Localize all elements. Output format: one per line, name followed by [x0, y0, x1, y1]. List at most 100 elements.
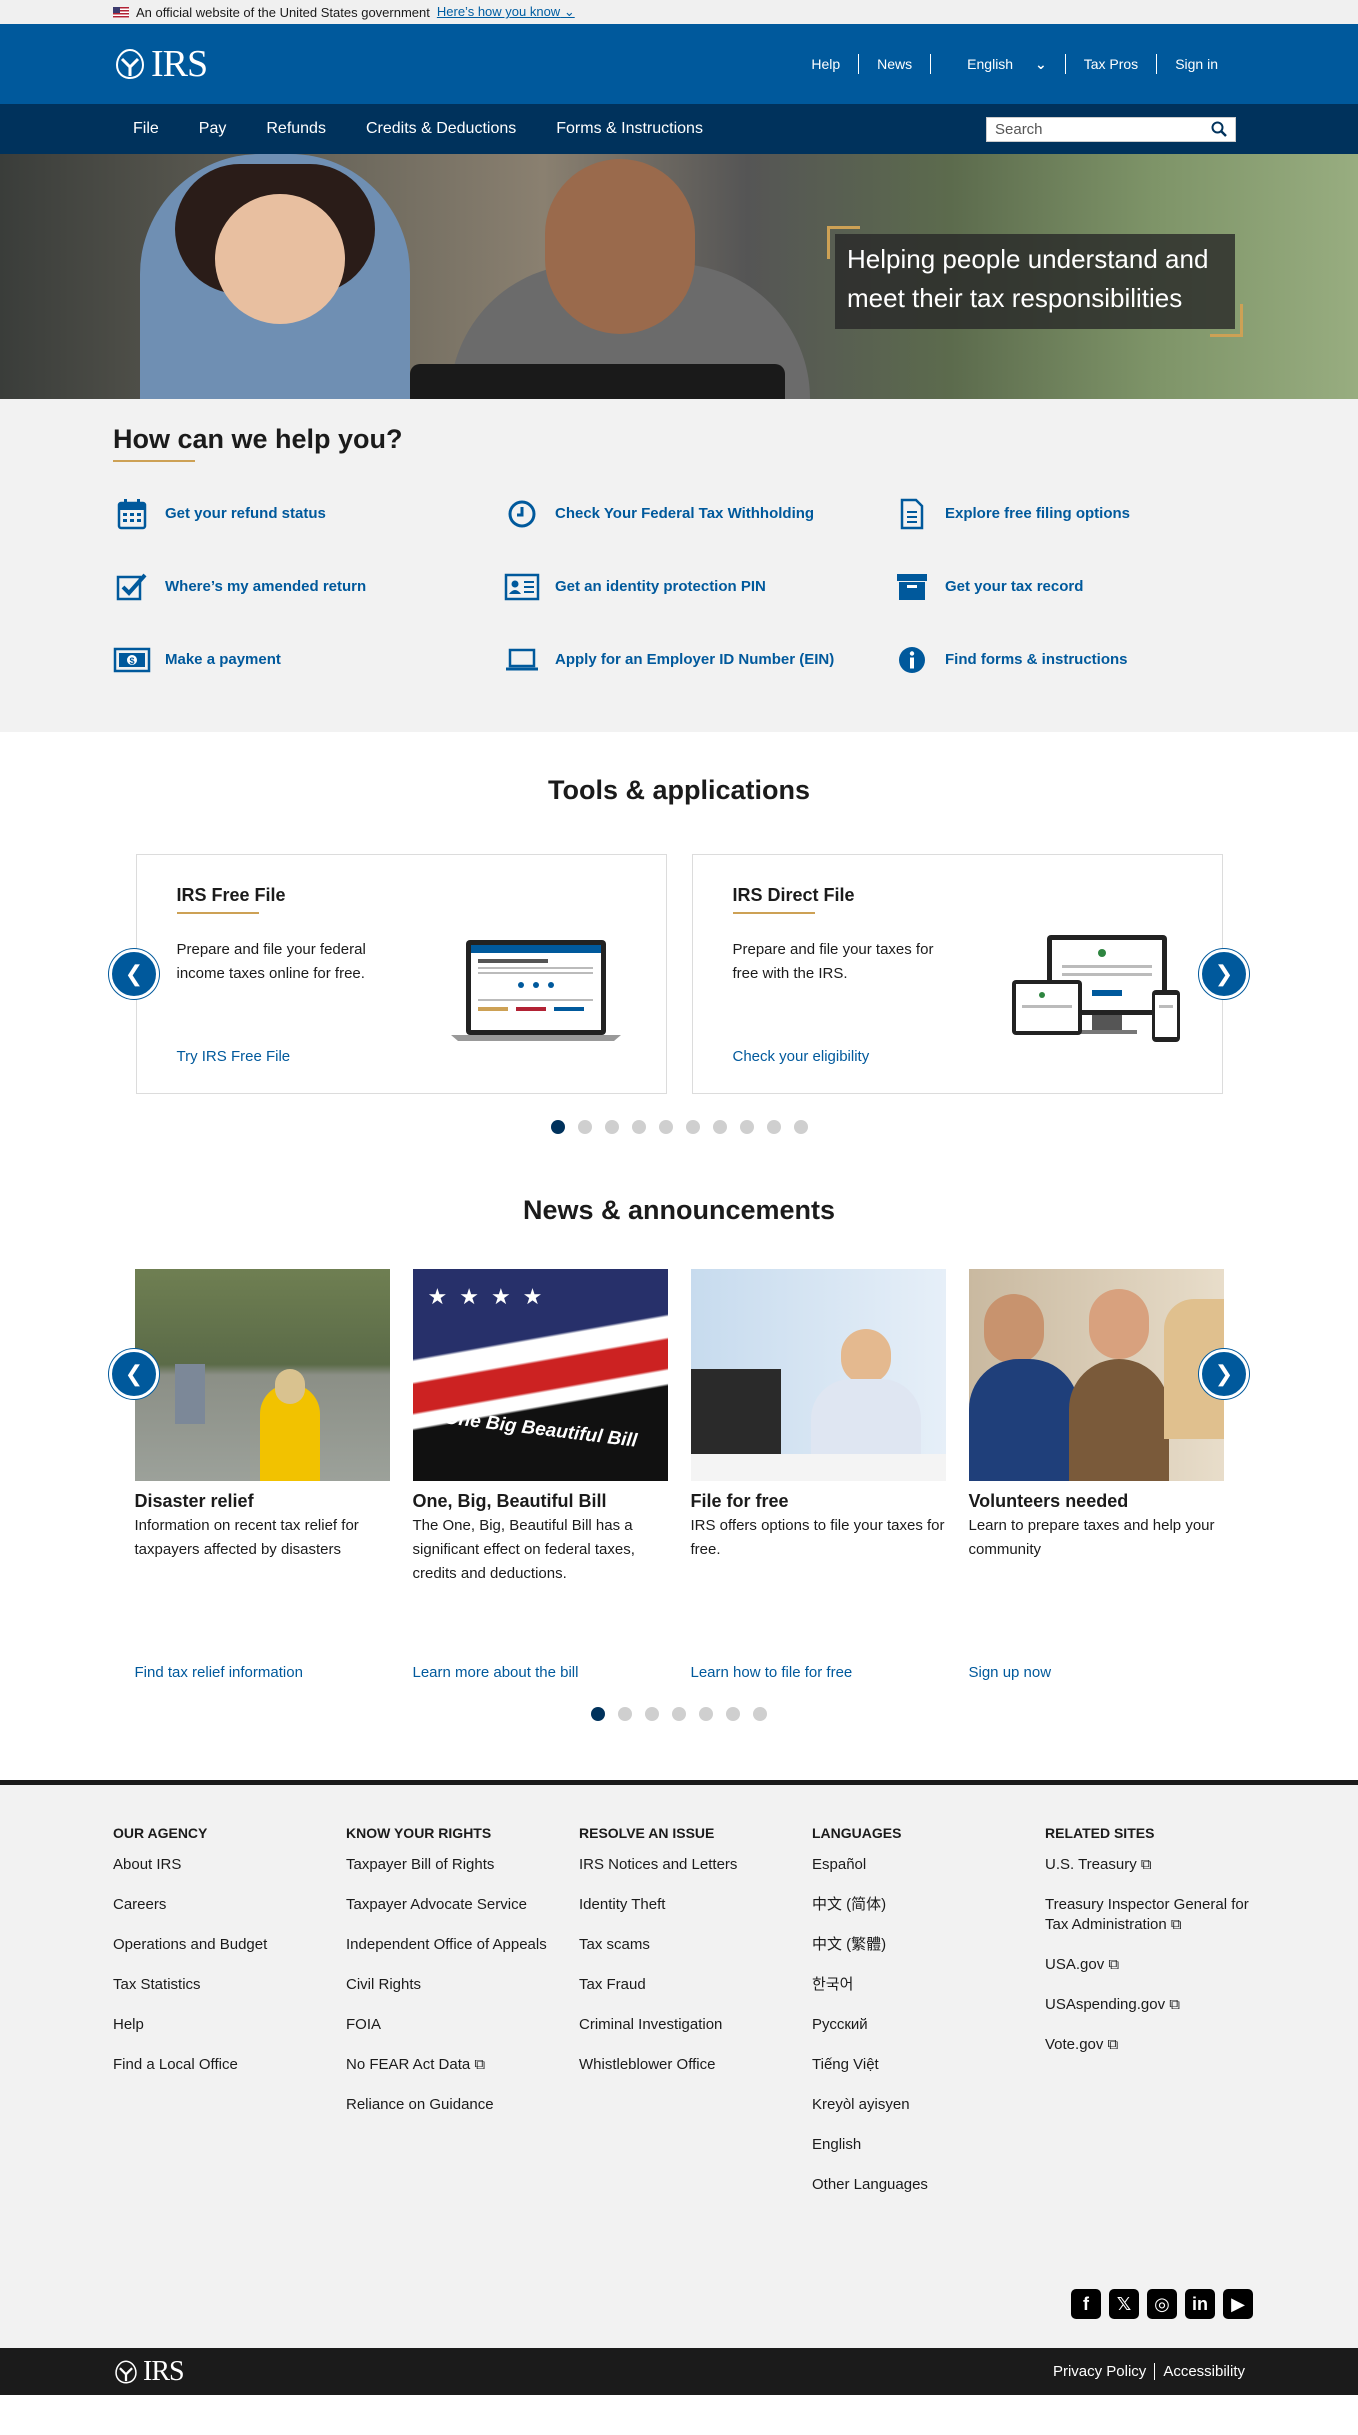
footer-link[interactable]: Criminal Investigation [579, 2015, 812, 2035]
info-icon [893, 642, 931, 677]
check-eligibility-link[interactable]: Check your eligibility [733, 1048, 870, 1065]
footer-link[interactable]: Civil Rights [346, 1975, 579, 1995]
news-link-bill[interactable]: Learn more about the bill [413, 1664, 579, 1681]
try-free-file-link[interactable]: Try IRS Free File [177, 1048, 291, 1065]
carousel-dot[interactable] [604, 1120, 619, 1134]
nav-forms-instructions[interactable]: Forms & Instructions [556, 120, 703, 138]
header-help-link[interactable]: Help [793, 54, 858, 74]
footer-link[interactable]: Español [812, 1855, 1045, 1875]
tools-prev-button[interactable]: ❮ [109, 949, 159, 999]
footer-link[interactable]: FOIA [346, 2015, 579, 2035]
facebook-icon[interactable]: f [1071, 2289, 1101, 2319]
carousel-dot[interactable] [550, 1120, 565, 1134]
carousel-dot[interactable] [577, 1120, 592, 1134]
carousel-dot[interactable] [712, 1120, 727, 1134]
carousel-dot[interactable] [672, 1707, 686, 1721]
news-carousel: Disaster relief Information on recent ta… [109, 1269, 1249, 1681]
flag-bill-image: ★★★★ One Big Beautiful Bill [412, 1269, 668, 1481]
carousel-dot[interactable] [658, 1120, 673, 1134]
footer-link[interactable]: Treasury Inspector General for Tax Admin… [1045, 1895, 1278, 1935]
carousel-dot[interactable] [699, 1707, 713, 1721]
footer-link[interactable]: Find a Local Office [113, 2055, 346, 2075]
footer-link[interactable]: 中文 (简体) [812, 1895, 1045, 1915]
carousel-dot[interactable] [753, 1707, 767, 1721]
footer-link[interactable]: Taxpayer Advocate Service [346, 1895, 579, 1915]
help-find-forms[interactable]: Find forms & instructions [893, 642, 1283, 677]
footer-link[interactable]: No FEAR Act Data ⧉ [346, 2055, 579, 2075]
nav-file[interactable]: File [133, 120, 159, 138]
carousel-dot[interactable] [645, 1707, 659, 1721]
nav-credits-deductions[interactable]: Credits & Deductions [366, 120, 516, 138]
direct-file-devices-image [1011, 935, 1180, 1042]
help-amended-return[interactable]: Where’s my amended return [113, 569, 503, 604]
footer-link[interactable]: Help [113, 2015, 346, 2035]
volunteers-image [968, 1269, 1224, 1481]
how-you-know-link[interactable]: Here’s how you know ⌄ [437, 4, 575, 20]
footer-column: Languages Español 中文 (简体) 中文 (繁體) 한국어 Русский… [812, 1825, 1045, 2215]
help-free-filing[interactable]: Explore free filing options [893, 496, 1283, 531]
footer-link[interactable]: Vote.gov ⧉ [1045, 2035, 1278, 2055]
footer-link[interactable]: 中文 (繁體) [812, 1935, 1045, 1955]
footer-link[interactable]: Tax Fraud [579, 1975, 812, 1995]
header-news-link[interactable]: News [858, 54, 930, 74]
help-tax-withholding[interactable]: Check Your Federal Tax Withholding [503, 496, 893, 531]
carousel-dot[interactable] [739, 1120, 754, 1134]
news-next-button[interactable]: ❯ [1199, 1349, 1249, 1399]
header-taxpros-link[interactable]: Tax Pros [1064, 54, 1156, 74]
footer-link[interactable]: About IRS [113, 1855, 346, 1875]
footer-link[interactable]: Operations and Budget [113, 1935, 346, 1955]
footer-link[interactable]: Careers [113, 1895, 346, 1915]
header-signin-link[interactable]: Sign in [1156, 54, 1236, 74]
footer-link[interactable]: Independent Office of Appeals [346, 1935, 579, 1955]
instagram-icon[interactable]: ◎ [1147, 2289, 1177, 2319]
footer-link[interactable]: Tax Statistics [113, 1975, 346, 1995]
carousel-dot[interactable] [793, 1120, 808, 1134]
disaster-relief-image [134, 1269, 390, 1481]
nav-pay[interactable]: Pay [199, 120, 227, 138]
help-refund-status[interactable]: Get your refund status [113, 496, 503, 531]
help-ip-pin[interactable]: Get an identity protection PIN [503, 569, 893, 604]
carousel-dot[interactable] [685, 1120, 700, 1134]
carousel-dot[interactable] [726, 1707, 740, 1721]
carousel-dot[interactable] [631, 1120, 646, 1134]
footer-link[interactable]: Identity Theft [579, 1895, 812, 1915]
youtube-icon[interactable]: ▶ [1223, 2289, 1253, 2319]
footer-link[interactable]: 한국어 [812, 1975, 1045, 1995]
footer-link[interactable]: Tiếng Việt [812, 2055, 1045, 2075]
news-prev-button[interactable]: ❮ [109, 1349, 159, 1399]
privacy-policy-link[interactable]: Privacy Policy [1045, 2363, 1154, 2380]
language-select[interactable]: English ⌄ [930, 54, 1065, 74]
x-icon[interactable]: 𝕏 [1109, 2289, 1139, 2319]
carousel-dot[interactable] [766, 1120, 781, 1134]
footer-link[interactable]: English [812, 2135, 1045, 2155]
chevron-left-icon: ❮ [124, 961, 144, 986]
help-make-payment[interactable]: $ Make a payment [113, 642, 503, 677]
news-link-tax-relief[interactable]: Find tax relief information [135, 1664, 303, 1681]
irs-logo[interactable]: IRS [113, 42, 208, 86]
footer-irs-logo[interactable]: IRS [113, 2356, 185, 2388]
tools-next-button[interactable]: ❯ [1199, 949, 1249, 999]
nav-refunds[interactable]: Refunds [266, 120, 326, 138]
footer-link[interactable]: Other Languages [812, 2175, 1045, 2195]
linkedin-icon[interactable]: in [1185, 2289, 1215, 2319]
footer-link[interactable]: Taxpayer Bill of Rights [346, 1855, 579, 1875]
footer-link[interactable]: Whistleblower Office [579, 2055, 812, 2075]
carousel-dot[interactable] [618, 1707, 632, 1721]
footer-link[interactable]: Kreyòl ayisyen [812, 2095, 1045, 2115]
news-link-sign-up[interactable]: Sign up now [969, 1664, 1052, 1681]
main-nav: File Pay Refunds Credits & Deductions Fo… [0, 104, 1358, 154]
footer-link[interactable]: Reliance on Guidance [346, 2095, 579, 2115]
search-input[interactable]: Search [986, 116, 1236, 142]
footer-link[interactable]: Русский [812, 2015, 1045, 2035]
news-link-file-free[interactable]: Learn how to file for free [691, 1664, 853, 1681]
footer-link[interactable]: Tax scams [579, 1935, 812, 1955]
footer-link[interactable]: U.S. Treasury ⧉ [1045, 1855, 1278, 1875]
accessibility-link[interactable]: Accessibility [1154, 2363, 1253, 2380]
search-icon[interactable] [1211, 121, 1227, 137]
help-apply-ein[interactable]: Apply for an Employer ID Number (EIN) [503, 642, 893, 677]
footer-link[interactable]: USAspending.gov ⧉ [1045, 1995, 1278, 2015]
footer-link[interactable]: USA.gov ⧉ [1045, 1955, 1278, 1975]
carousel-dot[interactable] [591, 1707, 605, 1721]
footer-link[interactable]: IRS Notices and Letters [579, 1855, 812, 1875]
help-tax-record[interactable]: Get your tax record [893, 569, 1283, 604]
